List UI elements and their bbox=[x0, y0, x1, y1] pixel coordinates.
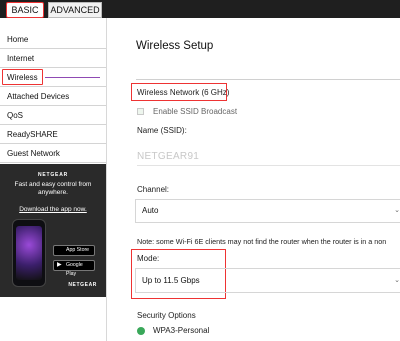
enable-ssid-checkbox[interactable] bbox=[137, 108, 144, 115]
sidebar-item-guest-network[interactable]: Guest Network bbox=[0, 144, 106, 163]
sidebar-item-label: QoS bbox=[7, 111, 24, 120]
tab-advanced[interactable]: ADVANCED bbox=[48, 2, 102, 18]
promo-brand: NETGEAR bbox=[37, 172, 69, 178]
app-store-label: App Store bbox=[66, 247, 90, 253]
sidebar-item-qos[interactable]: QoS bbox=[0, 106, 106, 125]
enable-ssid-label: Enable SSID Broadcast bbox=[153, 107, 238, 116]
tab-basic[interactable]: BASIC bbox=[6, 2, 44, 18]
security-options-label: Security Options bbox=[137, 311, 196, 320]
wireless-network-heading: Wireless Network (6 GHz) bbox=[137, 88, 230, 97]
promo-tagline: Fast and easy control from anywhere. bbox=[14, 181, 92, 196]
sidebar-item-label: Attached Devices bbox=[7, 92, 70, 101]
main-content: Wireless Setup Wireless Network (6 GHz) … bbox=[107, 18, 400, 341]
sidebar-item-internet[interactable]: Internet bbox=[0, 49, 106, 68]
google-play-badge[interactable]: ▶ Google Play bbox=[53, 260, 95, 277]
chevron-down-icon: ⌄ bbox=[394, 207, 400, 214]
sidebar-item-label: Guest Network bbox=[7, 149, 60, 158]
channel-select[interactable]: Auto ⌄ bbox=[135, 199, 400, 223]
wpa3-label: WPA3-Personal bbox=[153, 326, 210, 335]
sidebar-item-label: ReadySHARE bbox=[7, 130, 58, 139]
sidebar: Home Internet Wireless Attached Devices … bbox=[0, 30, 106, 163]
ssid-name-label: Name (SSID): bbox=[137, 126, 187, 135]
top-tab-bar: BASIC ADVANCED bbox=[0, 0, 400, 18]
download-app-link[interactable]: Download the app now. bbox=[0, 206, 106, 213]
page-title: Wireless Setup bbox=[136, 40, 214, 52]
wifi6e-note: Note: some Wi-Fi 6E clients may not find… bbox=[137, 237, 387, 246]
active-indicator bbox=[45, 77, 100, 78]
mode-value: Up to 11.5 Gbps bbox=[142, 276, 200, 285]
sidebar-item-wireless[interactable]: Wireless bbox=[0, 68, 106, 87]
channel-value: Auto bbox=[142, 206, 159, 215]
title-divider bbox=[136, 79, 400, 80]
sidebar-item-attached-devices[interactable]: Attached Devices bbox=[0, 87, 106, 106]
sidebar-item-label: Internet bbox=[7, 54, 35, 63]
sidebar-item-readyshare[interactable]: ReadySHARE bbox=[0, 125, 106, 144]
sidebar-item-label: Home bbox=[7, 35, 29, 44]
app-store-badge[interactable]: App Store bbox=[53, 245, 95, 256]
app-promo-card: NETGEAR Fast and easy control from anywh… bbox=[0, 164, 106, 297]
phone-image bbox=[12, 219, 46, 287]
channel-label: Channel: bbox=[137, 185, 170, 194]
wpa3-radio[interactable] bbox=[137, 327, 145, 335]
sidebar-item-home[interactable]: Home bbox=[0, 30, 106, 49]
chevron-down-icon: ⌄ bbox=[394, 277, 400, 284]
promo-footer-brand: NETGEAR bbox=[68, 282, 97, 288]
ssid-input[interactable]: NETGEAR91 bbox=[137, 151, 199, 162]
mode-label: Mode: bbox=[137, 254, 160, 263]
mode-select[interactable]: Up to 11.5 Gbps ⌄ bbox=[135, 268, 400, 293]
google-play-icon: ▶ bbox=[57, 262, 62, 268]
ssid-underline bbox=[137, 165, 400, 166]
phone-screen bbox=[16, 226, 42, 280]
active-highlight-box bbox=[2, 69, 43, 85]
